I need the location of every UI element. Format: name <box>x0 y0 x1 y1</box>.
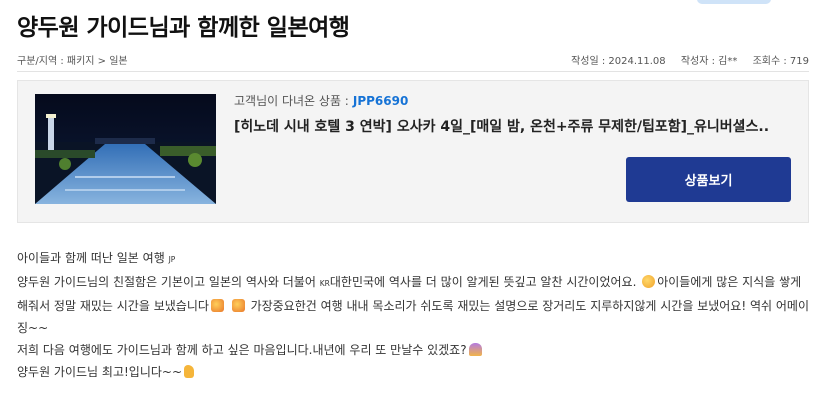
review-text: 양두원 가이드님 최고!입니다~~ <box>17 365 183 379</box>
party-popper-icon <box>210 299 224 312</box>
product-code-line: 고객님이 다녀온 상품 : JPP6690 <box>234 92 408 109</box>
thumbs-up-icon <box>184 365 195 378</box>
view-product-button[interactable]: 상품보기 <box>626 157 791 202</box>
kr-flag-icon: KR <box>319 279 330 288</box>
top-bar-button[interactable] <box>697 0 771 4</box>
post-meta: 작성일 : 2024.11.08 작성자 : 김** 조회수 : 719 <box>559 52 809 67</box>
divider <box>17 71 809 72</box>
party-popper-icon <box>231 299 245 312</box>
nerd-face-icon <box>642 275 656 288</box>
folded-hands-icon <box>468 343 482 356</box>
review-line: 아이들과 함께 떠난 일본 여행 JP <box>17 247 809 271</box>
page-title: 양두원 가이드님과 함께한 일본여행 <box>17 15 350 41</box>
review-text: 대한민국에 역사를 더 많이 알게된 뜻깊고 알찬 시간이었어요. <box>329 275 637 289</box>
review-line: 양두원 가이드님 최고!입니다~~ <box>17 361 809 383</box>
product-title[interactable]: [히노데 시내 호텔 3 연박] 오사카 4일_[매일 밤, 온천+주류 무제한… <box>234 116 774 136</box>
jp-flag-icon: JP <box>168 255 176 264</box>
product-thumbnail[interactable] <box>35 94 216 204</box>
review-line: 양두원 가이드님의 친절함은 기본이고 일본의 역사와 더불어 KR대한민국에 … <box>17 271 809 339</box>
review-body: 아이들과 함께 떠난 일본 여행 JP 양두원 가이드님의 친절함은 기본이고 … <box>17 247 809 383</box>
review-line: 저희 다음 여행에도 가이드님과 함께 하고 싶은 마음입니다.내년에 우리 또… <box>17 339 809 361</box>
review-text: 아이들과 함께 떠난 일본 여행 <box>17 251 165 265</box>
post-views: 조회수 : 719 <box>752 56 809 67</box>
post-author: 작성자 : 김** <box>680 56 738 67</box>
product-code-label: 고객님이 다녀온 상품 : <box>234 94 349 108</box>
review-text: 양두원 가이드님의 친절함은 기본이고 일본의 역사와 더불어 <box>17 275 316 289</box>
review-text: 저희 다음 여행에도 가이드님과 함께 하고 싶은 마음입니다.내년에 우리 또… <box>17 343 467 357</box>
breadcrumb: 구분/지역 : 패키지 > 일본 <box>17 56 128 67</box>
product-card: 고객님이 다녀온 상품 : JPP6690 [히노데 시내 호텔 3 연박] 오사… <box>17 80 809 223</box>
product-code[interactable]: JPP6690 <box>353 94 408 108</box>
post-date: 작성일 : 2024.11.08 <box>571 56 666 67</box>
